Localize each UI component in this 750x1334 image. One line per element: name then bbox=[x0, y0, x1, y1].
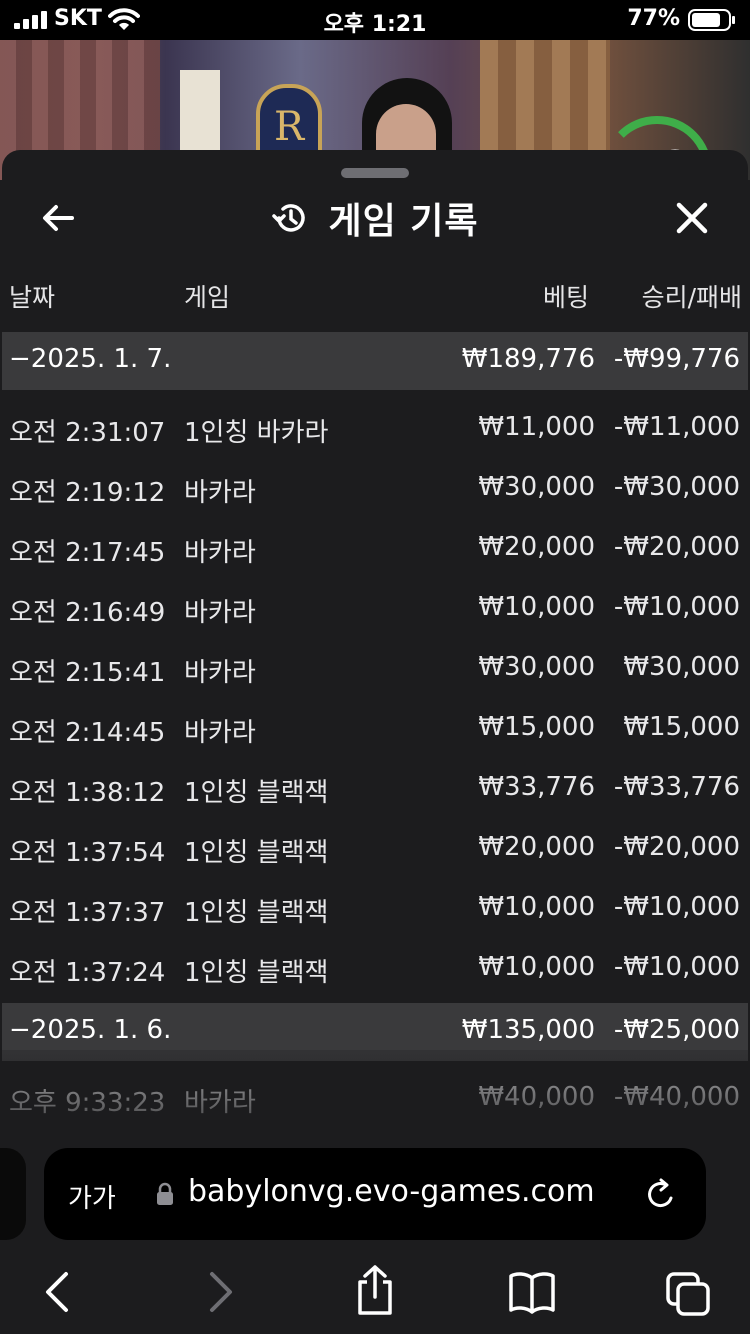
row-game: 바카라 bbox=[184, 538, 256, 568]
row-time: 오전 2:16:49 bbox=[9, 598, 166, 628]
title-group: 게임 기록 bbox=[2, 192, 748, 244]
chevron-right-icon[interactable] bbox=[196, 1270, 244, 1314]
row-bet: ₩30,000 bbox=[478, 652, 595, 682]
close-icon[interactable] bbox=[672, 198, 712, 238]
row-time: 오전 1:38:12 bbox=[9, 778, 166, 808]
column-header-game: 게임 bbox=[184, 283, 231, 312]
date-group-header[interactable]: −2025. 1. 6. ₩135,000 -₩25,000 bbox=[2, 1003, 748, 1061]
row-game: 1인칭 블랙잭 bbox=[184, 838, 329, 868]
chevron-left-icon[interactable] bbox=[34, 1270, 82, 1314]
row-game: 1인칭 바카라 bbox=[184, 418, 329, 448]
column-header-date: 날짜 bbox=[9, 283, 56, 312]
column-header-bet: 베팅 bbox=[542, 283, 589, 312]
row-time: 오전 2:14:45 bbox=[9, 718, 166, 748]
share-icon[interactable] bbox=[351, 1264, 399, 1316]
row-game: 1인칭 블랙잭 bbox=[184, 778, 329, 808]
page-title: 게임 기록 bbox=[328, 201, 479, 242]
history-row[interactable]: 오전 2:19:12 바카라 ₩30,000 -₩30,000 bbox=[2, 458, 748, 518]
row-result: ₩15,000 bbox=[623, 712, 740, 742]
text-size-button[interactable]: 가가 bbox=[68, 1178, 116, 1215]
history-row[interactable]: 오전 1:37:54 1인칭 블랙잭 ₩20,000 -₩20,000 bbox=[2, 818, 748, 878]
row-game: 바카라 bbox=[184, 658, 256, 688]
row-game: 바카라 bbox=[184, 598, 256, 628]
row-game: 바카라 bbox=[184, 718, 256, 748]
history-row[interactable]: 오전 2:16:49 바카라 ₩10,000 -₩10,000 bbox=[2, 578, 748, 638]
row-time: 오전 2:19:12 bbox=[9, 478, 166, 508]
group-bet-total: ₩135,000 bbox=[461, 1015, 595, 1045]
row-result: -₩20,000 bbox=[613, 832, 740, 862]
row-bet: ₩10,000 bbox=[478, 892, 595, 922]
game-history-sheet: 게임 기록 날짜 게임 베팅 승리/패배 −2025. 1. 7. ₩189,7… bbox=[2, 150, 748, 1134]
previous-tab-preview[interactable] bbox=[0, 1148, 26, 1240]
row-bet: ₩11,000 bbox=[478, 412, 595, 442]
row-bet: ₩10,000 bbox=[478, 952, 595, 982]
lock-icon bbox=[157, 1182, 173, 1205]
row-bet: ₩20,000 bbox=[478, 532, 595, 562]
row-bet: ₩40,000 bbox=[478, 1082, 595, 1112]
row-bet: ₩15,000 bbox=[478, 712, 595, 742]
row-time: 오전 2:17:45 bbox=[9, 538, 166, 568]
group-date: −2025. 1. 7. bbox=[9, 344, 172, 374]
reload-icon[interactable] bbox=[644, 1176, 678, 1212]
row-time: 오전 2:31:07 bbox=[9, 418, 166, 448]
row-result: -₩10,000 bbox=[613, 892, 740, 922]
row-result: ₩30,000 bbox=[623, 652, 740, 682]
row-time: 오전 1:37:37 bbox=[9, 898, 166, 928]
wifi-icon bbox=[108, 8, 140, 30]
row-time: 오전 1:37:54 bbox=[9, 838, 166, 868]
history-row[interactable]: 오전 1:38:12 1인칭 블랙잭 ₩33,776 -₩33,776 bbox=[2, 758, 748, 818]
row-game: 바카라 bbox=[184, 478, 256, 508]
row-bet: ₩33,776 bbox=[478, 772, 595, 802]
history-row[interactable]: 오후 9:33:23 바카라 ₩40,000 -₩40,000 bbox=[2, 1068, 748, 1128]
row-game: 바카라 bbox=[184, 1088, 256, 1118]
sheet-grabber[interactable] bbox=[341, 168, 409, 178]
signal-icon bbox=[14, 11, 47, 29]
browser-bottom-bar: 가가 babylonvg.evo-games.com bbox=[0, 1134, 750, 1334]
history-row[interactable]: 오전 2:17:45 바카라 ₩20,000 -₩20,000 bbox=[2, 518, 748, 578]
row-result: -₩33,776 bbox=[613, 772, 740, 802]
date-group-header[interactable]: −2025. 1. 7. ₩189,776 -₩99,776 bbox=[2, 332, 748, 390]
row-result: -₩11,000 bbox=[613, 412, 740, 442]
row-result: -₩10,000 bbox=[613, 952, 740, 982]
carrier-name: SKT bbox=[54, 6, 102, 31]
row-bet: ₩20,000 bbox=[478, 832, 595, 862]
history-row[interactable]: 오전 2:15:41 바카라 ₩30,000 ₩30,000 bbox=[2, 638, 748, 698]
row-bet: ₩30,000 bbox=[478, 472, 595, 502]
row-result: -₩30,000 bbox=[613, 472, 740, 502]
history-icon bbox=[272, 204, 306, 232]
tabs-icon[interactable] bbox=[664, 1270, 712, 1318]
history-row[interactable]: 오전 1:37:37 1인칭 블랙잭 ₩10,000 -₩10,000 bbox=[2, 878, 748, 938]
url-text[interactable]: babylonvg.evo-games.com bbox=[188, 1174, 595, 1209]
column-header-result: 승리/패배 bbox=[641, 283, 742, 312]
row-result: -₩20,000 bbox=[613, 532, 740, 562]
row-result: -₩40,000 bbox=[613, 1082, 740, 1112]
row-game: 1인칭 블랙잭 bbox=[184, 898, 329, 928]
row-time: 오전 1:37:24 bbox=[9, 958, 166, 988]
battery-percent: 77% bbox=[627, 6, 680, 31]
row-time: 오후 9:33:23 bbox=[9, 1088, 166, 1118]
group-bet-total: ₩189,776 bbox=[461, 344, 595, 374]
row-bet: ₩10,000 bbox=[478, 592, 595, 622]
address-bar[interactable]: 가가 babylonvg.evo-games.com bbox=[44, 1148, 706, 1240]
row-result: -₩10,000 bbox=[613, 592, 740, 622]
history-row[interactable]: 오전 1:37:24 1인칭 블랙잭 ₩10,000 -₩10,000 bbox=[2, 938, 748, 998]
history-row[interactable]: 오전 2:14:45 바카라 ₩15,000 ₩15,000 bbox=[2, 698, 748, 758]
status-bar: SKT 오후 1:21 77% bbox=[0, 0, 750, 40]
group-date: −2025. 1. 6. bbox=[9, 1015, 172, 1045]
sheet-header: 게임 기록 bbox=[2, 184, 748, 252]
battery-icon bbox=[688, 9, 735, 31]
book-icon[interactable] bbox=[508, 1270, 556, 1314]
group-result-total: -₩25,000 bbox=[613, 1015, 740, 1045]
history-row[interactable]: 오전 2:31:07 1인칭 바카라 ₩11,000 -₩11,000 bbox=[2, 398, 748, 458]
row-game: 1인칭 블랙잭 bbox=[184, 958, 329, 988]
group-result-total: -₩99,776 bbox=[613, 344, 740, 374]
row-time: 오전 2:15:41 bbox=[9, 658, 166, 688]
